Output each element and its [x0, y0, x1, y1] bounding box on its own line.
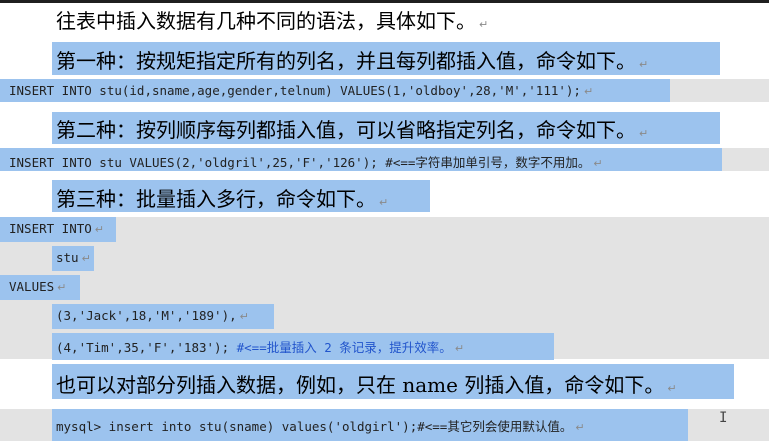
paragraph-mark: ↵ [94, 223, 105, 236]
method1-code: INSERT INTO stu(id,sname,age,gender,teln… [9, 83, 581, 98]
paragraph-mark: ↵ [454, 342, 465, 355]
partial-comment: #<==其它列会使用默认值。 [417, 419, 573, 434]
code-text: INSERT INTO [9, 221, 92, 236]
paragraph-mark: ↵ [639, 127, 649, 140]
paragraph-mark: ↵ [379, 196, 389, 209]
intro-paragraph: 往表中插入数据有几种不同的语法，具体如下。 ↵ [56, 5, 488, 34]
code-text: stu [56, 250, 79, 265]
paragraph-mark: ↵ [575, 421, 585, 434]
paragraph-mark: ↵ [81, 252, 91, 265]
window-top-border [0, 0, 769, 3]
method3-comment: #<==批量插入 2 条记录，提升效率。 [236, 340, 452, 355]
method2-heading: 第二种：按列顺序每列都插入值，可以省略指定列名，命令如下。 ↵ [56, 114, 648, 143]
method1-heading: 第一种：按规矩指定所有的列名，并且每列都插入值，命令如下。 ↵ [56, 45, 648, 74]
method3-heading-text: 第三种：批量插入多行，命令如下。 [56, 187, 376, 211]
method1-heading-text: 第一种：按规矩指定所有的列名，并且每列都插入值，命令如下。 [56, 49, 636, 73]
method2-code-line: INSERT INTO stu VALUES(2,'oldgril',25,'F… [9, 152, 603, 171]
partial-code-line: mysql> insert into stu(sname) values('ol… [56, 416, 585, 435]
code-text: (4,'Tim',35,'F','183'); [56, 340, 230, 355]
method3-code-line-5: (4,'Tim',35,'F','183'); #<==批量插入 2 条记录，提… [56, 337, 464, 356]
paragraph-mark: ↵ [479, 18, 489, 31]
partial-paragraph: 也可以对部分列插入数据，例如，只在 name 列插入值，命令如下。 ↵ [56, 369, 677, 398]
method3-heading: 第三种：批量插入多行，命令如下。 ↵ [56, 183, 388, 212]
intro-text: 往表中插入数据有几种不同的语法，具体如下。 [56, 9, 476, 33]
text-cursor-icon: I [719, 410, 728, 426]
paragraph-mark: ↵ [667, 382, 677, 395]
partial-code: mysql> insert into stu(sname) values('ol… [56, 419, 418, 434]
method2-code: INSERT INTO stu VALUES(2,'oldgril',25,'F… [9, 155, 378, 170]
partial-text: 也可以对部分列插入数据，例如，只在 name 列插入值，命令如下。 [56, 373, 665, 397]
method2-heading-text: 第二种：按列顺序每列都插入值，可以省略指定列名，命令如下。 [56, 118, 636, 142]
method2-comment: #<==字符串加单引号，数字不用加。 [385, 155, 591, 170]
paragraph-mark: ↵ [57, 281, 67, 294]
paragraph-mark: ↵ [593, 157, 603, 170]
method3-code-line-1: INSERT INTO ↵ [9, 221, 104, 236]
paragraph-mark: ↵ [583, 85, 594, 98]
method1-code-line: INSERT INTO stu(id,sname,age,gender,teln… [9, 83, 593, 98]
paragraph-mark: ↵ [639, 58, 649, 71]
method3-code-line-4: (3,'Jack',18,'M','189'), ↵ [56, 308, 249, 323]
method3-code-line-3: VALUES ↵ [9, 279, 66, 294]
method3-code-line-2: stu ↵ [56, 250, 91, 265]
code-text: VALUES [9, 279, 55, 294]
code-text: (3,'Jack',18,'M','189'), [56, 308, 237, 323]
paragraph-mark: ↵ [239, 310, 249, 323]
